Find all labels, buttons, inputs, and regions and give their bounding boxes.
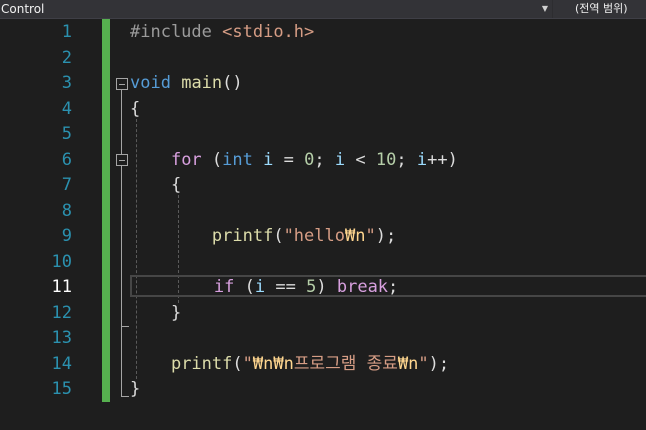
- paren: (: [273, 226, 284, 246]
- paren: );: [375, 226, 397, 246]
- code-line-3: void main(): [130, 71, 243, 97]
- paren: (: [232, 353, 243, 374]
- string-literal: ": [365, 226, 376, 246]
- number: 5: [306, 277, 317, 297]
- semicolon: ;: [388, 277, 399, 297]
- chevron-down-icon[interactable]: ▼: [540, 0, 550, 18]
- line-number: 8: [61, 200, 72, 221]
- code-line-15: }: [130, 377, 140, 403]
- paren: ): [316, 277, 327, 297]
- code-line-9: printf("hello₩n");: [130, 224, 396, 250]
- int-keyword: int: [222, 149, 253, 170]
- collapse-main-icon[interactable]: [116, 78, 128, 90]
- open-brace: {: [130, 98, 141, 119]
- line-number: 9: [61, 226, 72, 246]
- line-number: 5: [61, 124, 72, 144]
- preprocessor-directive: #include: [130, 22, 212, 42]
- line-number: 1: [61, 22, 72, 42]
- outline-guide-for-end: [121, 326, 129, 327]
- change-tracking-bar: [102, 19, 110, 402]
- string-literal: ": [418, 353, 429, 374]
- scope-dropdown[interactable]: Control ▼: [0, 0, 552, 18]
- paren: );: [428, 353, 450, 374]
- code-line-11: if (i == 5) break;: [132, 275, 398, 301]
- semicolon: ;: [314, 149, 325, 170]
- line-number: 14: [51, 353, 72, 374]
- operator: <: [355, 149, 366, 170]
- global-scope-dropdown[interactable]: (전역 범위): [553, 0, 646, 18]
- code-line-6: for (int i = 0; i < 10; i++): [130, 148, 458, 174]
- function-name: main: [181, 73, 223, 93]
- for-keyword: for: [170, 149, 202, 170]
- code-editor[interactable]: 1 2 3 4 5 6 7 8 9 10 11 12 13 14 15 #inc…: [0, 19, 646, 430]
- line-number: 6: [61, 149, 72, 170]
- line-number: 7: [61, 175, 72, 195]
- code-line-14: printf("₩n₩n프로그램 종료₩n");: [130, 352, 449, 378]
- if-keyword: if: [213, 277, 235, 297]
- line-number: 15: [51, 379, 72, 399]
- line-number: 13: [51, 328, 72, 348]
- printf-call: printf: [211, 226, 274, 246]
- line-number: 12: [51, 302, 72, 323]
- operator: =: [283, 149, 294, 170]
- break-keyword: break: [336, 277, 389, 297]
- open-brace: {: [170, 175, 182, 195]
- include-header: <stdio.h>: [222, 22, 315, 42]
- operator: ++: [427, 149, 448, 170]
- var-i: i: [263, 149, 274, 170]
- outline-guide-main-end: [121, 396, 129, 397]
- var-i: i: [334, 149, 346, 170]
- line-number: 2: [61, 47, 72, 68]
- return-type: void: [130, 73, 171, 93]
- line-number-current: 11: [51, 277, 72, 297]
- navigation-bar: Control ▼ (전역 범위): [0, 0, 646, 19]
- line-number: 10: [51, 251, 72, 272]
- escape-sequence: ₩n: [344, 226, 366, 246]
- escape-sequence: ₩n₩n: [252, 353, 294, 374]
- line-number: 4: [61, 98, 72, 119]
- paren: ): [447, 149, 458, 170]
- number: 10: [375, 149, 397, 170]
- code-line-12: }: [130, 301, 181, 327]
- paren: (: [244, 277, 255, 297]
- function-parens: (): [222, 73, 243, 93]
- code-line-1: #include <stdio.h>: [130, 20, 314, 46]
- paren: (: [211, 149, 223, 170]
- number: 0: [304, 149, 315, 170]
- semicolon: ;: [396, 149, 407, 170]
- scope-dropdown-label: Control: [1, 2, 45, 16]
- string-literal: "hello: [283, 226, 345, 246]
- var-i: i: [416, 149, 428, 170]
- var-i: i: [254, 277, 266, 297]
- string-literal: 프로그램 종료: [293, 353, 398, 374]
- code-line-7: {: [130, 173, 181, 199]
- close-brace: }: [130, 379, 141, 399]
- global-scope-label: (전역 범위): [575, 2, 628, 15]
- line-number: 3: [61, 73, 72, 93]
- close-brace: }: [170, 302, 182, 323]
- string-literal: ": [242, 353, 253, 374]
- printf-call: printf: [170, 353, 233, 374]
- operator: ==: [275, 277, 296, 297]
- code-line-4: {: [130, 97, 140, 123]
- outline-guide-for: [121, 166, 122, 326]
- collapse-for-icon[interactable]: [116, 154, 128, 166]
- escape-sequence: ₩n: [397, 353, 419, 374]
